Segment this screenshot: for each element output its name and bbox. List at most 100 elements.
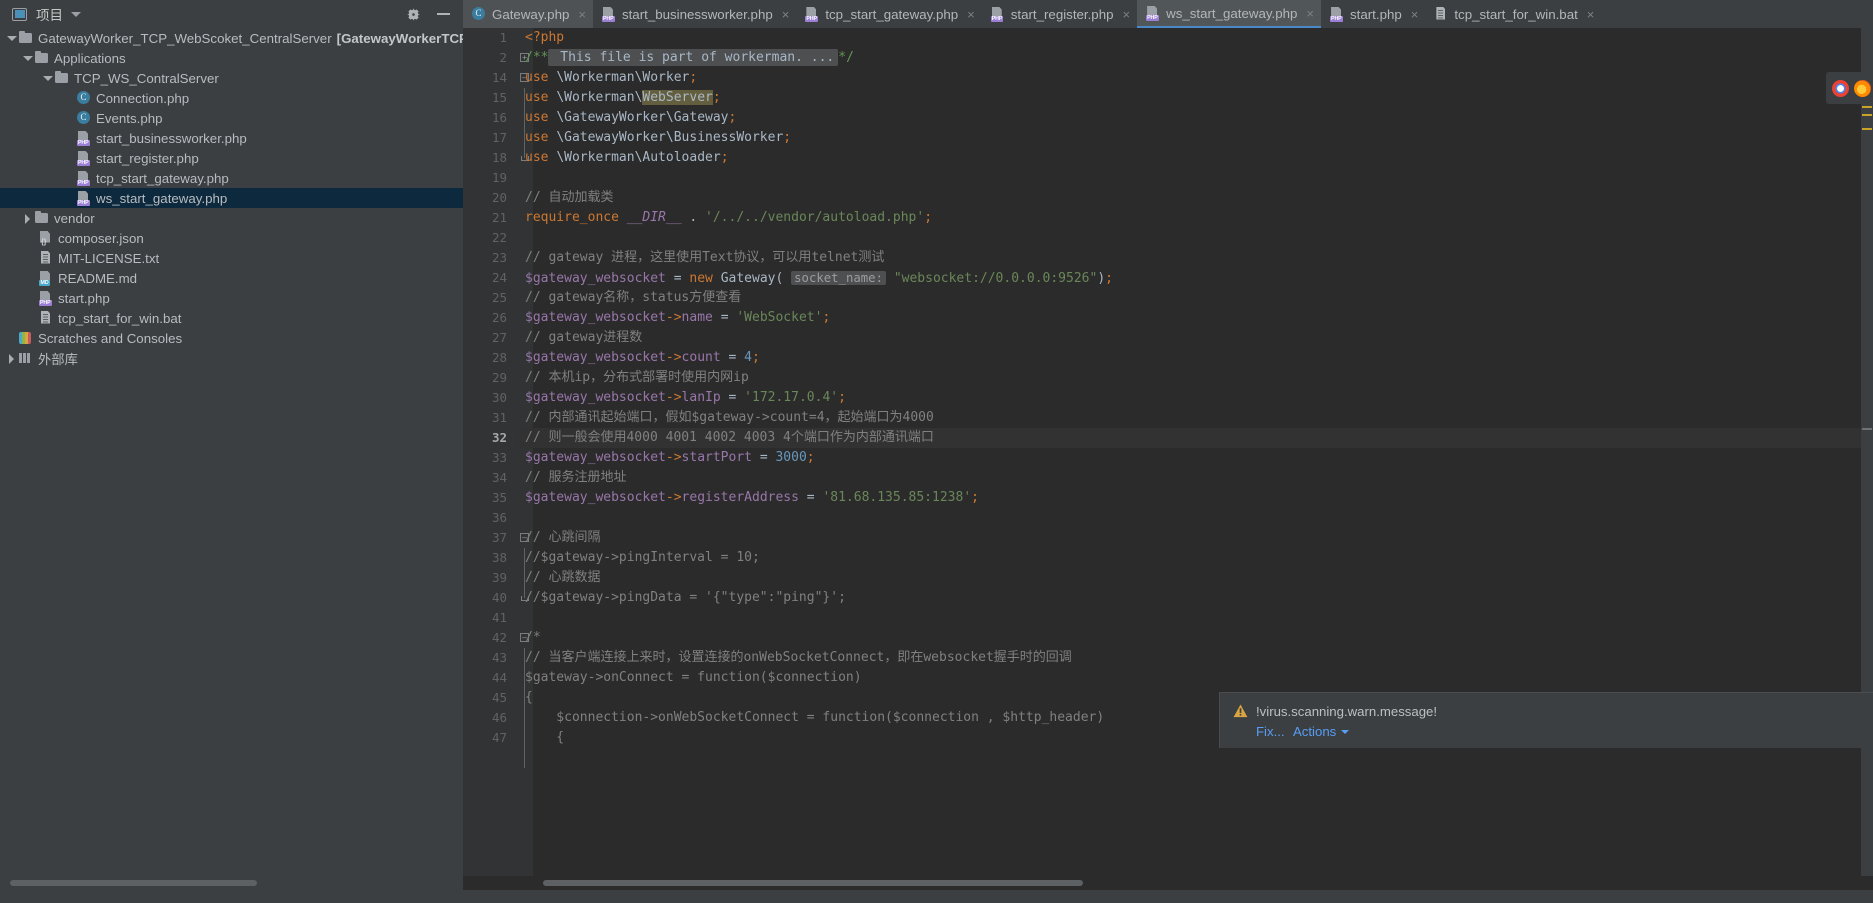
parameter-hint: socket_name:	[791, 271, 886, 285]
close-icon[interactable]: ×	[1587, 7, 1595, 22]
editor-horizontal-scrollbar[interactable]	[463, 876, 1873, 890]
tab-ws-start-gateway-php[interactable]: ws_start_gateway.php ×	[1137, 0, 1322, 28]
php-file-icon	[77, 171, 91, 186]
chevron-down-icon[interactable]	[42, 73, 53, 84]
tree-item-composer-json[interactable]: composer.json	[0, 228, 463, 248]
comment-text: $gateway->onConnect = function($connecti…	[525, 670, 862, 685]
tree-item-label: README.md	[58, 270, 138, 286]
tree-item-scratches-and-consoles[interactable]: Scratches and Consoles	[0, 328, 463, 348]
tree-item-readme-md[interactable]: README.md	[0, 268, 463, 288]
close-icon[interactable]: ×	[1306, 6, 1314, 21]
tab-gateway-php[interactable]: Gateway.php ×	[463, 0, 593, 28]
code-line: 22	[463, 228, 1873, 248]
actions-link[interactable]: Actions	[1293, 724, 1350, 739]
minimize-icon[interactable]	[437, 13, 450, 15]
project-tree[interactable]: GatewayWorker_TCP_WebScoket_CentralServe…	[0, 28, 463, 876]
tab-tcp-start-for-win-bat[interactable]: tcp_start_for_win.bat ×	[1425, 0, 1601, 28]
tab-start-php[interactable]: start.php ×	[1321, 0, 1425, 28]
tab-start-register-php[interactable]: start_register.php ×	[982, 0, 1137, 28]
tree-item-label: 外部库	[38, 351, 78, 367]
code-editor[interactable]: 1 <?php 2 + /** This file is part of wor…	[463, 28, 1873, 903]
ide-window: 项目 Gateway.php × start_businessworker.ph…	[0, 0, 1873, 903]
close-icon[interactable]: ×	[1411, 7, 1419, 22]
php-file-icon	[77, 191, 91, 206]
tree-item-ws-start-gateway-php[interactable]: ws_start_gateway.php	[0, 188, 463, 208]
code-line: 18 use \Workerman\Autoloader;	[463, 148, 1873, 168]
code-line: 1 <?php	[463, 28, 1873, 48]
scrollbar-thumb[interactable]	[543, 880, 1083, 886]
line-number: 46	[491, 710, 507, 725]
tree-item-tcp-start-for-win-bat[interactable]: tcp_start_for_win.bat	[0, 308, 463, 328]
line-number: 16	[491, 110, 507, 125]
chevron-down-icon[interactable]	[71, 11, 81, 17]
php-file-icon	[1146, 6, 1160, 21]
tree-item-start-register-php[interactable]: start_register.php	[0, 148, 463, 168]
project-icon	[12, 7, 27, 21]
close-icon[interactable]: ×	[967, 7, 975, 22]
tree-item-tcp-ws-contralserver[interactable]: TCP_WS_ContralServer	[0, 68, 463, 88]
comment-text: // 心跳间隔	[525, 530, 601, 545]
chevron-down-icon[interactable]	[6, 33, 17, 44]
chevron-right-icon[interactable]	[6, 353, 17, 364]
comment-text: // 心跳数据	[525, 570, 601, 585]
tree-item-label: Events.php	[96, 110, 163, 126]
fix-link[interactable]: Fix...	[1256, 724, 1285, 739]
sidebar-horizontal-scrollbar[interactable]	[0, 876, 463, 890]
php-file-icon	[1330, 7, 1344, 22]
folder-icon	[19, 31, 33, 46]
tab-start-businessworker-php[interactable]: start_businessworker.php ×	[593, 0, 796, 28]
json-file-icon	[39, 231, 53, 247]
line-number: 35	[491, 490, 507, 505]
tree-item-start-businessworker-php[interactable]: start_businessworker.php	[0, 128, 463, 148]
folder-icon	[35, 51, 49, 66]
line-number: 22	[491, 230, 507, 245]
tree-item-events-php[interactable]: Events.php	[0, 108, 463, 128]
close-icon[interactable]: ×	[1123, 7, 1131, 22]
code-line: 30 $gateway_websocket->lanIp = '172.17.0…	[463, 388, 1873, 408]
code-line: 38 //$gateway->pingInterval = 10;	[463, 548, 1873, 568]
tree-item-connection-php[interactable]: Connection.php	[0, 88, 463, 108]
project-tool-header[interactable]: 项目	[0, 0, 463, 28]
code-line: 44 $gateway->onConnect = function($conne…	[463, 668, 1873, 688]
tree-item-tcp-start-gateway-php[interactable]: tcp_start_gateway.php	[0, 168, 463, 188]
tree-item-mit-license-txt[interactable]: MIT-LICENSE.txt	[0, 248, 463, 268]
line-number: 31	[491, 410, 507, 425]
tree-item-start-php[interactable]: start.php	[0, 288, 463, 308]
code-line: 2 + /** This file is part of workerman. …	[463, 48, 1873, 68]
tab-label: tcp_start_gateway.php	[825, 6, 959, 22]
browser-run-toolbar[interactable]	[1826, 72, 1873, 104]
tree-item-vendor[interactable]: vendor	[0, 208, 463, 228]
tree-item-gatewayworker-root[interactable]: GatewayWorker_TCP_WebScoket_CentralServe…	[0, 28, 463, 48]
tab-tcp-start-gateway-php[interactable]: tcp_start_gateway.php ×	[796, 0, 981, 28]
close-icon[interactable]: ×	[782, 7, 790, 22]
notification-balloon[interactable]: !virus.scanning.warn.message! Fix... Act…	[1219, 692, 1873, 748]
gear-icon[interactable]	[406, 7, 421, 22]
code-line: 17 use \GatewayWorker\BusinessWorker;	[463, 128, 1873, 148]
line-number: 47	[491, 730, 507, 745]
tree-item-label: tcp_start_for_win.bat	[58, 310, 182, 326]
chrome-icon[interactable]	[1832, 79, 1849, 97]
code-line: 34 // 服务注册地址	[463, 468, 1873, 488]
firefox-icon[interactable]	[1854, 79, 1871, 97]
editor-tab-bar: Gateway.php × start_businessworker.php ×…	[463, 0, 1601, 28]
scrollbar-thumb[interactable]	[10, 880, 257, 886]
code-content[interactable]: 1 <?php 2 + /** This file is part of wor…	[463, 28, 1873, 903]
code-line: 28 $gateway_websocket->count = 4;	[463, 348, 1873, 368]
library-icon	[19, 351, 33, 366]
comment-text: //$gateway->pingInterval = 10;	[525, 550, 760, 565]
code-line: 19	[463, 168, 1873, 188]
tree-item-label: start_businessworker.php	[96, 130, 247, 146]
code-line: 35 $gateway_websocket->registerAddress =…	[463, 488, 1873, 508]
tree-item-external-libraries[interactable]: 外部库	[0, 348, 463, 368]
tree-item-applications[interactable]: Applications	[0, 48, 463, 68]
notification-message: !virus.scanning.warn.message!	[1256, 704, 1438, 719]
chevron-down-icon[interactable]	[22, 53, 33, 64]
status-bar	[0, 890, 1873, 903]
code-line: 15 use \Workerman\WebServer;	[463, 88, 1873, 108]
close-icon[interactable]: ×	[578, 7, 586, 22]
editor-marker-gutter[interactable]	[1861, 28, 1873, 903]
collapsed-doc-comment[interactable]: This file is part of workerman. ...	[548, 49, 839, 66]
tree-item-module: [GatewayWorkerTCP]	[336, 30, 463, 46]
chevron-right-icon[interactable]	[22, 213, 33, 224]
code-line: 37 – // 心跳间隔	[463, 528, 1873, 548]
